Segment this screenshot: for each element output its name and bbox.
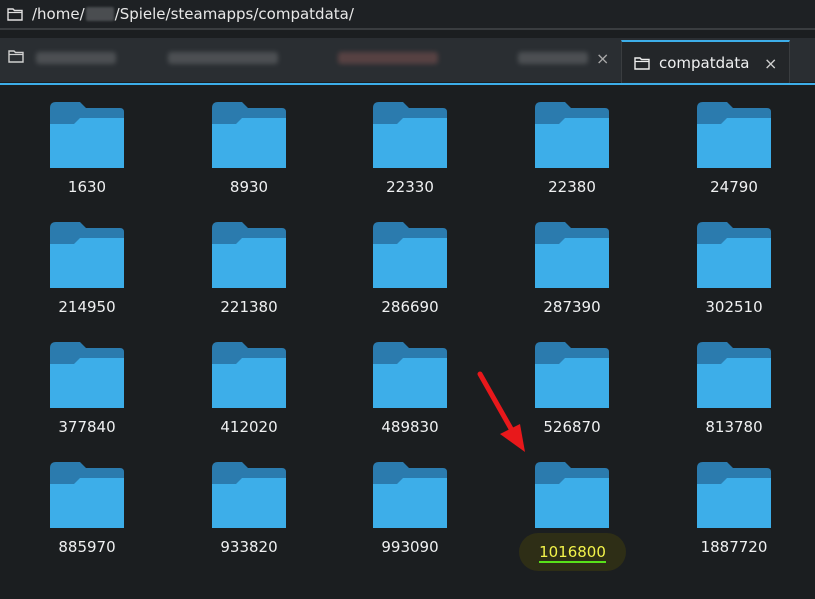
folder-item[interactable]: 526870 bbox=[517, 342, 627, 452]
folder-item[interactable]: 214950 bbox=[32, 222, 142, 332]
folder-item[interactable]: 1887720 bbox=[679, 462, 789, 572]
folder-label: 302510 bbox=[705, 298, 763, 316]
folder-item[interactable]: 377840 bbox=[32, 342, 142, 452]
arrow-annotation bbox=[477, 371, 525, 452]
folder-label: 933820 bbox=[220, 538, 278, 556]
folder-icon bbox=[535, 102, 609, 168]
folder-item[interactable]: 933820 bbox=[194, 462, 304, 572]
folder-item[interactable]: 24790 bbox=[679, 102, 789, 212]
folder-label: 885970 bbox=[58, 538, 116, 556]
folder-label: 22330 bbox=[386, 178, 434, 196]
folder-icon bbox=[373, 222, 447, 288]
folder-item[interactable]: 489830 bbox=[355, 342, 465, 452]
folder-label: 489830 bbox=[381, 418, 439, 436]
folder-icon bbox=[212, 342, 286, 408]
folder-item[interactable]: 286690 bbox=[355, 222, 465, 332]
folder-icon bbox=[212, 102, 286, 168]
folder-icon bbox=[535, 342, 609, 408]
folder-item[interactable]: 993090 bbox=[355, 462, 465, 572]
folder-label: 813780 bbox=[705, 418, 763, 436]
folder-item[interactable]: 1630 bbox=[32, 102, 142, 212]
folder-icon bbox=[535, 222, 609, 288]
folder-icon bbox=[697, 222, 771, 288]
folder-icon bbox=[697, 102, 771, 168]
folder-item[interactable]: 302510 bbox=[679, 222, 789, 332]
folder-label: 1887720 bbox=[700, 538, 768, 556]
folder-icon bbox=[373, 462, 447, 528]
folder-icon bbox=[535, 462, 609, 528]
folder-label: 286690 bbox=[381, 298, 439, 316]
folder-item[interactable] bbox=[517, 462, 627, 572]
folder-item[interactable]: 8930 bbox=[194, 102, 304, 212]
folder-icon bbox=[212, 462, 286, 528]
folder-item[interactable]: 22380 bbox=[517, 102, 627, 212]
folder-label: 1630 bbox=[67, 178, 107, 196]
folder-label: 8930 bbox=[229, 178, 269, 196]
folder-icon bbox=[50, 462, 124, 528]
folder-label: 287390 bbox=[543, 298, 601, 316]
folder-item[interactable]: 287390 bbox=[517, 222, 627, 332]
folder-item[interactable]: 22330 bbox=[355, 102, 465, 212]
folder-item[interactable]: 885970 bbox=[32, 462, 142, 572]
folder-icon bbox=[697, 462, 771, 528]
folder-icon bbox=[373, 102, 447, 168]
folder-label: 412020 bbox=[220, 418, 278, 436]
folder-label: 221380 bbox=[220, 298, 278, 316]
folder-label: 22380 bbox=[548, 178, 596, 196]
folder-label: 526870 bbox=[543, 418, 601, 436]
folder-label: 214950 bbox=[58, 298, 116, 316]
folder-item[interactable]: 412020 bbox=[194, 342, 304, 452]
folder-icon bbox=[373, 342, 447, 408]
folder-icon bbox=[50, 102, 124, 168]
folder-icon bbox=[50, 342, 124, 408]
folder-item[interactable]: 813780 bbox=[679, 342, 789, 452]
folder-icon bbox=[697, 342, 771, 408]
folder-label: 993090 bbox=[381, 538, 439, 556]
folder-grid: 1630 8930 22330 22380 24790 214950 221380 28669… bbox=[0, 0, 815, 599]
folder-item[interactable]: 221380 bbox=[194, 222, 304, 332]
folder-icon bbox=[212, 222, 286, 288]
folder-label: 24790 bbox=[710, 178, 758, 196]
folder-label: 377840 bbox=[58, 418, 116, 436]
folder-icon bbox=[50, 222, 124, 288]
